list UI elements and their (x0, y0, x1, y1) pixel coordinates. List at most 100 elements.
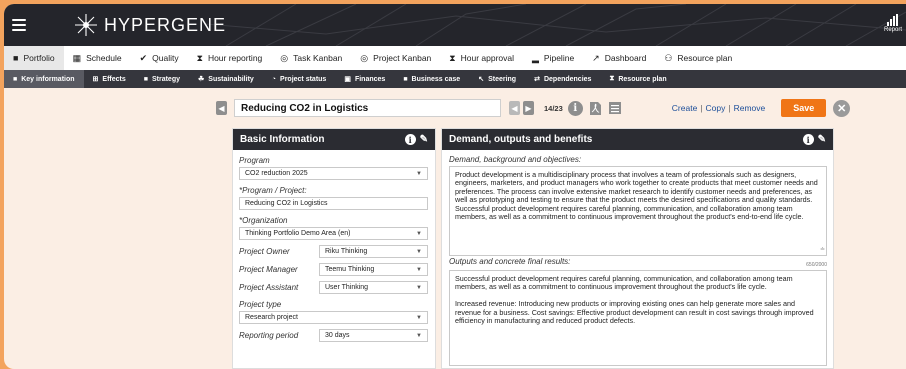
arrows-icon: ⇄ (534, 76, 540, 83)
report-label: Report (883, 27, 902, 33)
program-project-label: *Program / Project: (239, 186, 307, 195)
outputs-label: Outputs and concrete final results: (449, 257, 571, 266)
chevron-down-icon: ▼ (416, 332, 422, 339)
doc-icon: ■ (13, 75, 18, 83)
money-icon: ▣ (344, 76, 351, 83)
secondary-nav: ■ Key information ⊞ Effects ■ Strategy ☘ Sus… (4, 70, 906, 88)
manager-select[interactable]: Teemu Thinking ▼ (319, 263, 428, 276)
report-icon (884, 14, 902, 26)
nav-quality[interactable]: ✔ Quality (131, 46, 188, 70)
background-label: Demand, background and objectives: (449, 155, 582, 164)
tab-project-status[interactable]: ◔ Project status (263, 70, 336, 88)
top-bar: HYPERGENE Report (4, 4, 906, 46)
dashboard-icon: ◔ (271, 75, 277, 83)
chevron-left-icon: ◀ (511, 103, 518, 113)
period-label: Reporting period (239, 331, 299, 340)
chevron-left-icon: ◀ (218, 103, 225, 113)
pencil-icon[interactable]: ✎ (818, 134, 826, 145)
assistant-row: Project Assistant User Thinking ▼ (239, 281, 428, 294)
demand-panel: Demand, outputs and benefits i ✎ Demand, … (441, 128, 834, 369)
tab-dependencies[interactable]: ⇄ Dependencies (525, 70, 600, 88)
project-type-select[interactable]: Research project ▼ (239, 311, 428, 324)
tab-resource-plan[interactable]: ⧗ Resource plan (600, 70, 675, 88)
manager-label: Project Manager (239, 265, 298, 274)
program-project-field[interactable]: Reducing CO2 in Logistics (239, 197, 428, 210)
target-icon: ◎ (280, 52, 289, 63)
nav-resource-plan[interactable]: ⚇ Resource plan (655, 46, 741, 70)
pdf-icon[interactable] (588, 101, 603, 116)
organization-label: *Organization (239, 216, 288, 225)
nav-schedule[interactable]: ▦ Schedule (64, 46, 131, 70)
steering-icon: ↖ (478, 76, 485, 83)
leaf-icon: ☘ (198, 76, 205, 83)
basic-info-header: Basic Information i ✎ (233, 129, 435, 150)
collapse-left-button[interactable]: ◀ (216, 101, 227, 115)
info-icon[interactable]: i (802, 134, 814, 145)
close-icon[interactable]: ✕ (833, 99, 851, 117)
period-select[interactable]: 30 days ▼ (319, 329, 428, 342)
record-actions: Create | Copy | Remove (671, 103, 766, 113)
chevron-right-icon: ▶ (525, 103, 532, 113)
char-counter: 650/2000 (806, 262, 827, 268)
hourglass-icon: ⧗ (196, 52, 203, 63)
tab-sustainability[interactable]: ☘ Sustainability (189, 70, 263, 88)
nav-dashboard[interactable]: ↗ Dashboard (583, 46, 655, 70)
program-select[interactable]: CO2 reduction 2025 ▼ (239, 167, 428, 180)
info-icon[interactable]: i (404, 134, 416, 145)
line-chart-icon: ↗ (592, 52, 600, 63)
tab-finances[interactable]: ▣ Finances (335, 70, 394, 88)
calendar-icon: ▦ (72, 52, 82, 63)
info-icon[interactable]: i (567, 100, 583, 116)
chevron-down-icon: ▼ (416, 266, 422, 273)
briefcase-icon: ■ (13, 53, 19, 63)
owner-label: Project Owner (239, 247, 290, 256)
print-icon[interactable] (608, 101, 623, 116)
project-toolbar: ◀ Reducing CO2 in Logistics ◀ ▶ 14/23 i … (216, 98, 856, 118)
chevron-down-icon: ▼ (416, 284, 422, 291)
assistant-select[interactable]: User Thinking ▼ (319, 281, 428, 294)
panel-title: Demand, outputs and benefits (449, 134, 593, 145)
organization-select[interactable]: Thinking Portfolio Demo Area (en) ▼ (239, 227, 428, 240)
nav-hour-approval[interactable]: ⧗ Hour approval (440, 46, 523, 70)
flag-icon: ■ (143, 75, 148, 83)
next-record-button[interactable]: ▶ (523, 101, 534, 115)
chevron-down-icon: ▼ (416, 230, 422, 237)
app-name: HYPERGENE (104, 14, 227, 35)
nav-project-kanban[interactable]: ◎ Project Kanban (351, 46, 440, 70)
tab-strategy[interactable]: ■ Strategy (135, 70, 189, 88)
background-textarea[interactable]: Product development is a multidisciplina… (449, 166, 827, 256)
print-glyph-icon (609, 102, 622, 114)
nav-task-kanban[interactable]: ◎ Task Kanban (271, 46, 351, 70)
prev-record-button[interactable]: ◀ (509, 101, 520, 115)
record-navigation: ◀ ▶ (509, 101, 534, 115)
briefcase-icon: ■ (403, 75, 408, 83)
project-title-field[interactable]: Reducing CO2 in Logistics (234, 99, 501, 117)
pencil-icon[interactable]: ✎ (420, 134, 428, 145)
create-link[interactable]: Create (672, 103, 698, 113)
menu-icon[interactable] (12, 16, 26, 34)
demand-header: Demand, outputs and benefits i ✎ (442, 129, 833, 150)
resize-handle-icon[interactable]: ≐ (820, 246, 825, 254)
record-counter: 14/23 (544, 103, 563, 113)
grid-icon: ⊞ (92, 76, 99, 83)
tab-business-case[interactable]: ■ Business case (394, 70, 469, 88)
app-logo[interactable]: HYPERGENE (74, 13, 226, 37)
nav-hour-reporting[interactable]: ⧗ Hour reporting (188, 46, 272, 70)
hourglass-icon: ⧗ (609, 75, 615, 82)
tab-effects[interactable]: ⊞ Effects (84, 70, 135, 88)
nav-portfolio[interactable]: ■ Portfolio (4, 46, 64, 70)
outputs-textarea[interactable]: Successful product development requires … (449, 270, 827, 366)
basic-info-panel: Basic Information i ✎ Program CO2 reducti… (232, 128, 436, 369)
logo-mark-icon (75, 14, 97, 36)
report-button[interactable]: Report (884, 14, 902, 33)
bar-chart-icon: ▂ (532, 52, 539, 63)
remove-link[interactable]: Remove (734, 103, 766, 113)
nav-pipeline[interactable]: ▂ Pipeline (523, 46, 583, 70)
owner-select[interactable]: Riku Thinking ▼ (319, 245, 428, 258)
save-button[interactable]: Save (781, 99, 827, 117)
tab-steering[interactable]: ↖ Steering (469, 70, 525, 88)
main-content: ◀ Reducing CO2 in Logistics ◀ ▶ 14/23 i … (4, 88, 906, 369)
copy-link[interactable]: Copy (706, 103, 726, 113)
pdf-glyph-icon (589, 101, 601, 115)
tab-key-information[interactable]: ■ Key information (4, 70, 84, 88)
